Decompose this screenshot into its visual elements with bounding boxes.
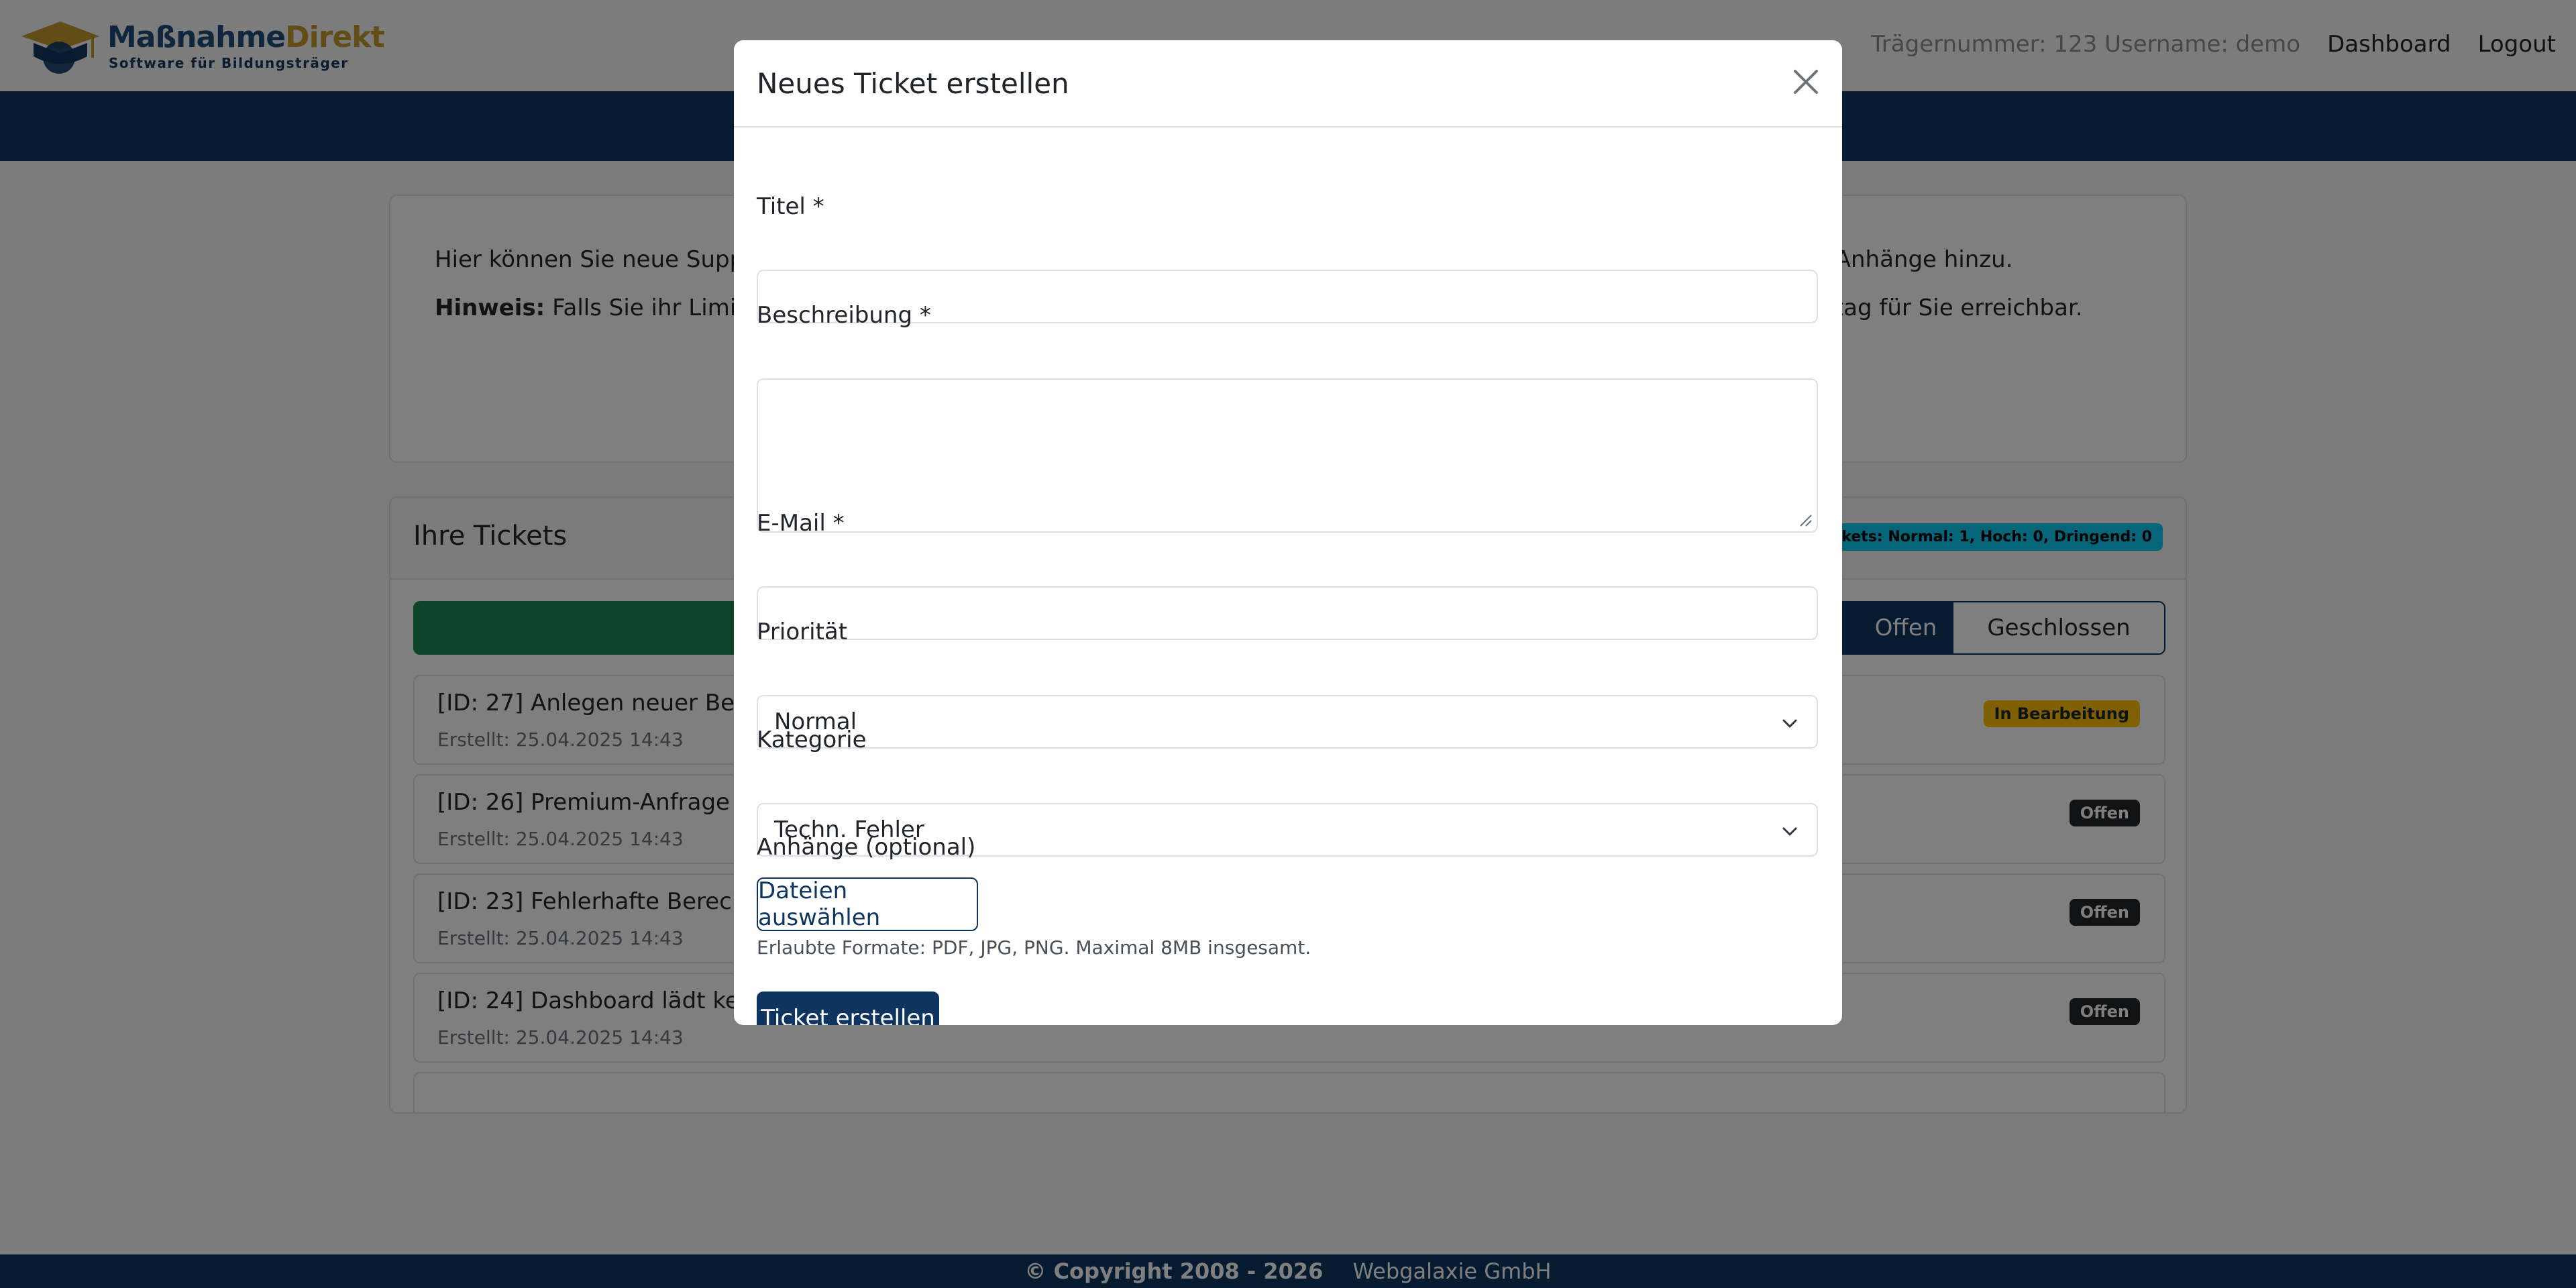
choose-files-button[interactable]: Dateien auswählen	[757, 877, 978, 931]
email-label: E-Mail *	[757, 510, 845, 537]
attachments-help-text: Erlaubte Formate: PDF, JPG, PNG. Maximal…	[757, 936, 1311, 959]
attachments-label: Anhänge (optional)	[757, 834, 976, 861]
resize-grip-icon[interactable]	[1798, 513, 1813, 527]
description-textarea[interactable]	[757, 378, 1818, 533]
chevron-down-icon	[1782, 827, 1797, 836]
chevron-down-icon	[1782, 719, 1797, 728]
priority-label: Priorität	[757, 619, 848, 645]
modal-title: Neues Ticket erstellen	[757, 67, 1069, 100]
description-label: Beschreibung *	[757, 302, 931, 329]
email-input[interactable]	[757, 586, 1818, 640]
priority-select[interactable]: Normal	[757, 695, 1818, 749]
title-label: Titel *	[757, 193, 824, 220]
create-ticket-button[interactable]: Ticket erstellen	[757, 991, 939, 1025]
new-ticket-modal: Neues Ticket erstellen Titel * Beschreib…	[734, 40, 1842, 1025]
modal-header: Neues Ticket erstellen	[734, 40, 1842, 127]
close-icon[interactable]	[1791, 67, 1821, 97]
category-label: Kategorie	[757, 727, 867, 753]
